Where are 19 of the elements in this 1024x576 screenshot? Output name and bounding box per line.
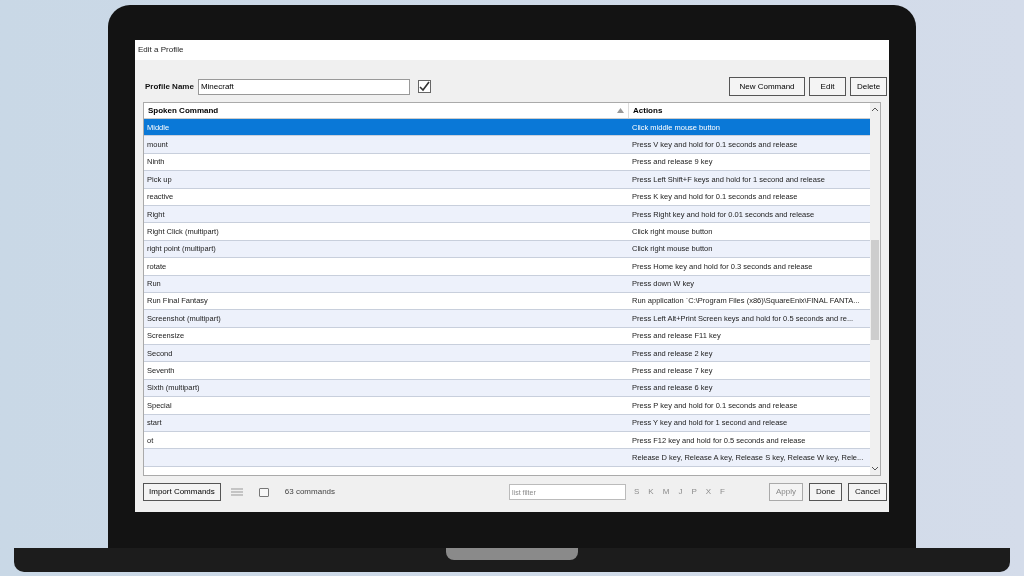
toolbar-button[interactable]: New Command <box>729 77 805 96</box>
import-commands-button[interactable]: Import Commands <box>143 483 221 501</box>
view-checkbox[interactable] <box>258 487 269 497</box>
list-view-icon[interactable] <box>230 488 243 496</box>
dialog-button[interactable]: Done <box>808 483 843 501</box>
toolbar-button[interactable]: Edit <box>809 77 846 96</box>
profile-name-field[interactable]: Minecraft <box>197 78 410 95</box>
column-header[interactable]: Spoken Command <box>144 103 628 118</box>
scroll-down-icon <box>872 467 878 471</box>
scroll-thumb[interactable] <box>871 240 879 340</box>
toolbar-button[interactable]: Delete <box>850 77 887 96</box>
dialog-button[interactable]: Cancel <box>848 483 887 501</box>
profile-name-label: Profile Name <box>145 80 194 93</box>
scroll-up-icon <box>872 107 878 111</box>
check-icon <box>418 81 430 92</box>
scrollbar[interactable] <box>870 103 880 475</box>
window-title: Edit a Profile <box>138 44 184 56</box>
command-count: 63 commands <box>284 486 336 498</box>
confirm-checkbox[interactable] <box>417 80 431 93</box>
